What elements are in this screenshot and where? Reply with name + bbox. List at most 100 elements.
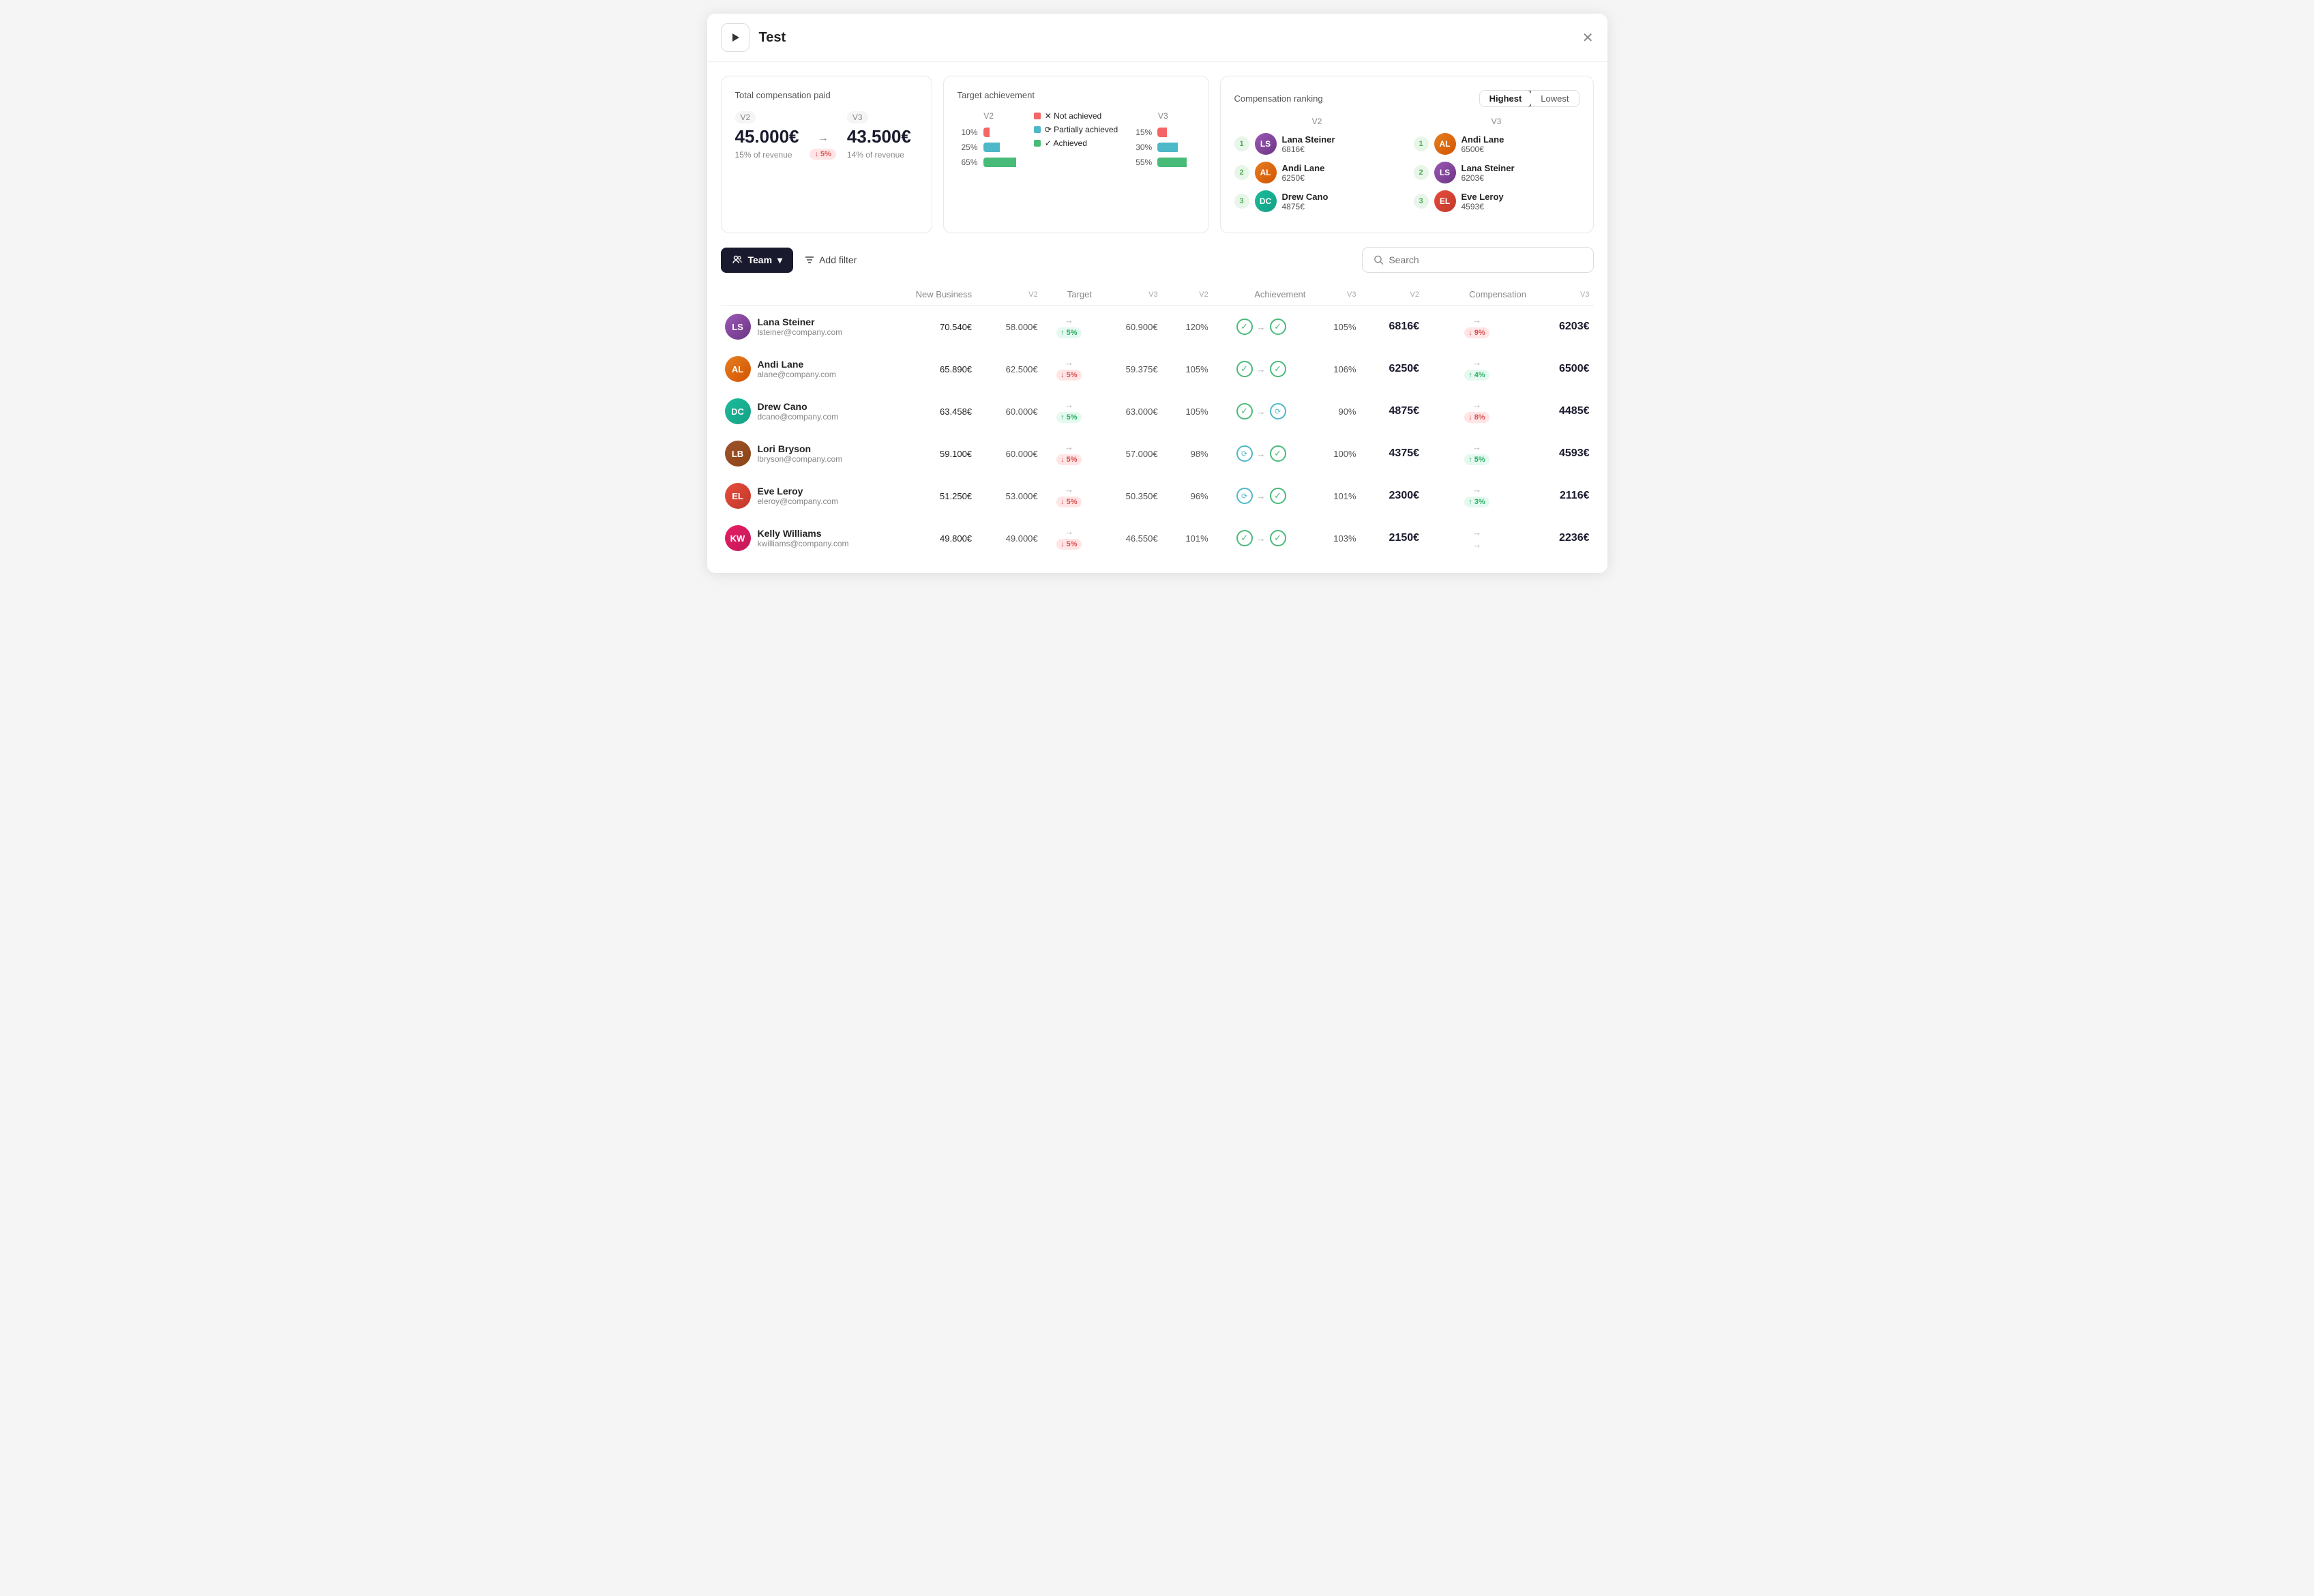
rank-num-2: 2: [1234, 165, 1249, 180]
th-new-business: New Business: [871, 284, 977, 306]
ach-v2-cell: 98%: [1162, 432, 1213, 475]
table-row: LB Lori Bryson lbryson@company.com 59.10…: [721, 432, 1594, 475]
total-compensation-title: Total compensation paid: [735, 90, 918, 100]
comp-v2-cell: 4375€: [1361, 432, 1424, 475]
filter-icon: [804, 254, 815, 265]
comp-v2-amount: 6250€: [1389, 363, 1420, 374]
team-button[interactable]: Team ▾: [721, 248, 794, 273]
target-v3-cell: 59.375€: [1096, 348, 1162, 390]
search-input[interactable]: [1389, 254, 1582, 265]
target-change: → ↓ 5%: [1046, 527, 1092, 550]
target-v2-row-3: 65%: [958, 158, 1020, 167]
th-comp-v2: V2: [1361, 284, 1424, 306]
comp-change-cell: → ↑ 3%: [1423, 475, 1530, 517]
comp-v3-cell: 2236€: [1530, 517, 1594, 559]
comp-change-cell: → ↓ 9%: [1423, 306, 1530, 348]
target-change: → ↑ 5%: [1046, 400, 1092, 423]
comp-v3-amount: 6500€: [1559, 363, 1590, 374]
rank-info-2: Andi Lane 6250€: [1282, 163, 1400, 183]
target-v3-cell: 50.350€: [1096, 475, 1162, 517]
new-business-cell: 59.100€: [871, 432, 977, 475]
person-name: Eve Leroy: [758, 486, 839, 497]
person-info: Lori Bryson lbryson@company.com: [758, 443, 843, 464]
target-v2-cell: 49.000€: [976, 517, 1042, 559]
check-icon: ✓: [1270, 361, 1286, 377]
change-badge-up: ↑ 5%: [1056, 412, 1081, 423]
change-arrow-down: ↓: [814, 150, 818, 158]
target-v2-cell: 58.000€: [976, 306, 1042, 348]
target-change: → ↓ 5%: [1046, 484, 1092, 507]
target-v3-cell: 60.900€: [1096, 306, 1162, 348]
target-v2-cell: 53.000€: [976, 475, 1042, 517]
table-row: DC Drew Cano dcano@company.com 63.458€ 6…: [721, 390, 1594, 432]
person-name: Lana Steiner: [758, 316, 843, 327]
comp-v2-cell: 2150€: [1361, 517, 1424, 559]
change-divider: → ↓ 5%: [810, 132, 835, 160]
rank-num-3: 3: [1234, 194, 1249, 209]
comp-change: → ↑ 3%: [1427, 484, 1526, 507]
change-badge-down: ↓ 5%: [1056, 539, 1081, 550]
person-avatar: KW: [725, 525, 751, 551]
comp-change-cell: → →: [1423, 517, 1530, 559]
partial-icon: ⟳: [1236, 445, 1253, 462]
close-button[interactable]: ✕: [1582, 29, 1594, 46]
search-box: [1362, 247, 1594, 273]
person-email: dcano@company.com: [758, 412, 839, 422]
ranking-v3-item-1: 1 AL Andi Lane 6500€: [1414, 133, 1579, 155]
ranking-toggle: Highest Lowest: [1479, 90, 1579, 107]
check-icon: ✓: [1270, 530, 1286, 546]
target-change-cell: → ↑ 5%: [1042, 390, 1096, 432]
th-person: [721, 284, 871, 306]
person-name: Lori Bryson: [758, 443, 843, 454]
comp-v2-amount: 4875€: [1389, 405, 1420, 417]
add-filter-label: Add filter: [819, 254, 857, 265]
table-row: LS Lana Steiner lsteiner@company.com 70.…: [721, 306, 1594, 348]
person-name: Kelly Williams: [758, 528, 849, 539]
check-icon: ✓: [1236, 530, 1253, 546]
highest-button[interactable]: Highest: [1479, 90, 1532, 107]
person-avatar: DC: [725, 398, 751, 424]
rank-info-3: Drew Cano 4875€: [1282, 192, 1400, 211]
person-cell: EL Eve Leroy eleroy@company.com: [721, 475, 871, 517]
filters-row: Team ▾ Add filter: [707, 247, 1607, 284]
ach-icons-cell: ✓ → ✓: [1213, 348, 1310, 390]
lowest-button[interactable]: Lowest: [1531, 91, 1578, 106]
add-filter-button[interactable]: Add filter: [804, 254, 857, 265]
partial-icon: ⟳: [1270, 403, 1286, 419]
th-compensation: Compensation: [1423, 284, 1530, 306]
check-icon: ✓: [1236, 319, 1253, 335]
ach-arrow: →: [1257, 491, 1266, 501]
ranking-v2-item-2: 2 AL Andi Lane 6250€: [1234, 162, 1400, 183]
ach-icons-cell: ✓ → ✓: [1213, 517, 1310, 559]
ach-arrow: →: [1257, 407, 1266, 417]
comp-v3-cell: 2116€: [1530, 475, 1594, 517]
th-achievement: Achievement: [1213, 284, 1310, 306]
comp-v2-cell: 4875€: [1361, 390, 1424, 432]
target-v2-cell: 60.000€: [976, 390, 1042, 432]
rank-avatar-3: DC: [1255, 190, 1277, 212]
ranking-v3-item-3: 3 EL Eve Leroy 4593€: [1414, 190, 1579, 212]
rank-num-v3-3: 3: [1414, 194, 1429, 209]
play-button[interactable]: [721, 23, 750, 52]
target-v3-row-3: 55%: [1131, 158, 1194, 167]
comp-change-cell: → ↓ 8%: [1423, 390, 1530, 432]
change-badge-down: ↓ 5%: [1056, 454, 1081, 465]
person-email: lsteiner@company.com: [758, 327, 843, 337]
check-icon: ✓: [1236, 403, 1253, 419]
change-badge-up: ↑ 5%: [1056, 327, 1081, 338]
summary-row: Total compensation paid V2 45.000€ 15% o…: [707, 62, 1607, 247]
total-compensation-card: Total compensation paid V2 45.000€ 15% o…: [721, 76, 932, 233]
th-comp-v3: V3: [1530, 284, 1594, 306]
rank-avatar-v3-2: LS: [1434, 162, 1456, 183]
target-v3-row-2: 30%: [1131, 143, 1194, 152]
v2-amount-col: V2 45.000€ 15% of revenue: [735, 111, 799, 160]
person-info: Eve Leroy eleroy@company.com: [758, 486, 839, 506]
target-v3-cell: 63.000€: [1096, 390, 1162, 432]
person-email: eleroy@company.com: [758, 497, 839, 506]
ranking-v2-item-3: 3 DC Drew Cano 4875€: [1234, 190, 1400, 212]
page-title: Test: [759, 30, 1573, 46]
person-info: Drew Cano dcano@company.com: [758, 401, 839, 422]
comp-v3-cell: 6203€: [1530, 306, 1594, 348]
person-avatar: EL: [725, 483, 751, 509]
header: Test ✕: [707, 14, 1607, 62]
